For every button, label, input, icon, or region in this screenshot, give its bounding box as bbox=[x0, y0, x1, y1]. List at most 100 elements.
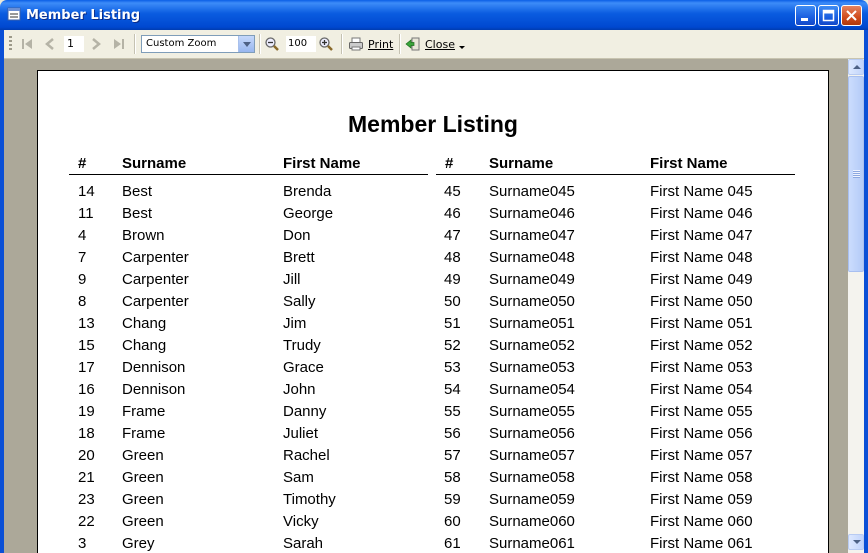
chevron-down-icon[interactable] bbox=[238, 36, 254, 52]
member-surname: Green bbox=[122, 469, 164, 486]
member-surname: Best bbox=[122, 183, 153, 200]
member-first-name: Timothy bbox=[283, 491, 336, 508]
member-surname: Surname060 bbox=[489, 513, 575, 530]
member-first-name: First Name 046 bbox=[650, 205, 753, 222]
member-surname: Frame bbox=[122, 403, 166, 420]
window-frame-right bbox=[864, 30, 868, 553]
member-num: 4 bbox=[78, 227, 87, 244]
zoom-value-input[interactable]: 100 bbox=[286, 36, 316, 52]
last-page-icon[interactable] bbox=[111, 36, 127, 52]
title-bar[interactable]: Member Listing bbox=[0, 0, 868, 30]
col-header-surname: Surname bbox=[489, 155, 554, 172]
minimize-icon bbox=[801, 18, 808, 21]
zoom-out-icon[interactable] bbox=[264, 36, 280, 52]
scroll-thumb[interactable] bbox=[848, 76, 864, 272]
close-icon bbox=[846, 10, 857, 21]
member-first-name: Danny bbox=[283, 403, 327, 420]
member-num: 13 bbox=[78, 315, 95, 332]
scroll-down-button[interactable] bbox=[848, 534, 864, 550]
member-first-name: First Name 049 bbox=[650, 271, 753, 288]
zoom-in-icon[interactable] bbox=[318, 36, 334, 52]
col-header-num: # bbox=[445, 155, 454, 172]
member-first-name: First Name 060 bbox=[650, 513, 753, 530]
member-first-name: Vicky bbox=[283, 513, 319, 530]
report-page: Member Listing # Surname First Name # Su… bbox=[37, 70, 829, 553]
member-surname: Surname050 bbox=[489, 293, 575, 310]
scroll-up-button[interactable] bbox=[848, 59, 864, 75]
member-surname: Surname051 bbox=[489, 315, 575, 332]
member-num: 16 bbox=[78, 381, 95, 398]
member-surname: Green bbox=[122, 513, 164, 530]
member-num: 59 bbox=[444, 491, 461, 508]
vertical-scrollbar[interactable] bbox=[848, 59, 864, 553]
member-surname: Chang bbox=[122, 337, 167, 354]
col-header-num: # bbox=[78, 155, 87, 172]
page-number-input[interactable]: 1 bbox=[64, 36, 84, 52]
member-surname: Surname058 bbox=[489, 469, 575, 486]
member-num: 21 bbox=[78, 469, 95, 486]
member-first-name: First Name 048 bbox=[650, 249, 753, 266]
member-surname: Surname056 bbox=[489, 425, 575, 442]
first-page-icon[interactable] bbox=[19, 36, 35, 52]
toolbar-separator bbox=[259, 34, 261, 54]
grip-icon bbox=[853, 170, 860, 178]
report-title: Member Listing bbox=[348, 111, 518, 137]
member-first-name: First Name 047 bbox=[650, 227, 753, 244]
member-surname: Dennison bbox=[122, 381, 186, 398]
member-first-name: First Name 057 bbox=[650, 447, 753, 464]
member-num: 20 bbox=[78, 447, 95, 464]
exit-door-icon bbox=[405, 37, 420, 51]
member-first-name: Trudy bbox=[283, 337, 321, 354]
toolbar-overflow-arrow[interactable] bbox=[459, 46, 465, 49]
member-num: 51 bbox=[444, 315, 461, 332]
minimize-button[interactable] bbox=[795, 5, 816, 26]
member-first-name: First Name 058 bbox=[650, 469, 753, 486]
toolbar-grip[interactable] bbox=[9, 36, 12, 52]
member-first-name: Jim bbox=[283, 315, 307, 332]
member-surname: Dennison bbox=[122, 359, 186, 376]
member-surname: Surname054 bbox=[489, 381, 575, 398]
member-surname: Carpenter bbox=[122, 293, 189, 310]
print-label: Print bbox=[368, 38, 394, 51]
col-header-surname: Surname bbox=[122, 155, 187, 172]
member-first-name: John bbox=[283, 381, 316, 398]
member-first-name: First Name 052 bbox=[650, 337, 753, 354]
member-surname: Frame bbox=[122, 425, 166, 442]
member-first-name: First Name 055 bbox=[650, 403, 753, 420]
member-first-name: Brenda bbox=[283, 183, 332, 200]
member-first-name: First Name 054 bbox=[650, 381, 753, 398]
member-num: 57 bbox=[444, 447, 461, 464]
zoom-mode-select[interactable]: Custom Zoom bbox=[141, 35, 255, 53]
toolbar-separator bbox=[341, 34, 343, 54]
member-surname: Surname053 bbox=[489, 359, 575, 376]
member-first-name: Sam bbox=[283, 469, 314, 486]
report-viewer[interactable]: Member Listing # Surname First Name # Su… bbox=[4, 59, 848, 553]
close-window-button[interactable] bbox=[841, 5, 862, 26]
member-surname: Green bbox=[122, 447, 164, 464]
report-app-icon bbox=[7, 7, 21, 21]
member-first-name: Juliet bbox=[283, 425, 319, 442]
member-first-name: Sally bbox=[283, 293, 316, 310]
member-num: 7 bbox=[78, 249, 87, 266]
member-surname: Surname055 bbox=[489, 403, 575, 420]
previous-page-icon[interactable] bbox=[42, 36, 58, 52]
member-first-name: Jill bbox=[283, 271, 301, 288]
member-surname: Surname052 bbox=[489, 337, 575, 354]
member-first-name: Sarah bbox=[283, 535, 324, 552]
member-first-name: Rachel bbox=[283, 447, 330, 464]
member-first-name: First Name 059 bbox=[650, 491, 753, 508]
window-title: Member Listing bbox=[26, 8, 141, 23]
maximize-button[interactable] bbox=[818, 5, 839, 26]
member-num: 9 bbox=[78, 271, 87, 288]
member-first-name: First Name 051 bbox=[650, 315, 753, 332]
member-num: 56 bbox=[444, 425, 461, 442]
toolbar-separator bbox=[134, 34, 136, 54]
member-num: 50 bbox=[444, 293, 461, 310]
member-surname: Surname059 bbox=[489, 491, 575, 508]
member-num: 14 bbox=[78, 183, 95, 200]
header-rule-right bbox=[436, 174, 795, 175]
member-first-name: First Name 050 bbox=[650, 293, 753, 310]
next-page-icon[interactable] bbox=[88, 36, 104, 52]
member-surname: Surname061 bbox=[489, 535, 575, 552]
member-surname: Surname045 bbox=[489, 183, 575, 200]
